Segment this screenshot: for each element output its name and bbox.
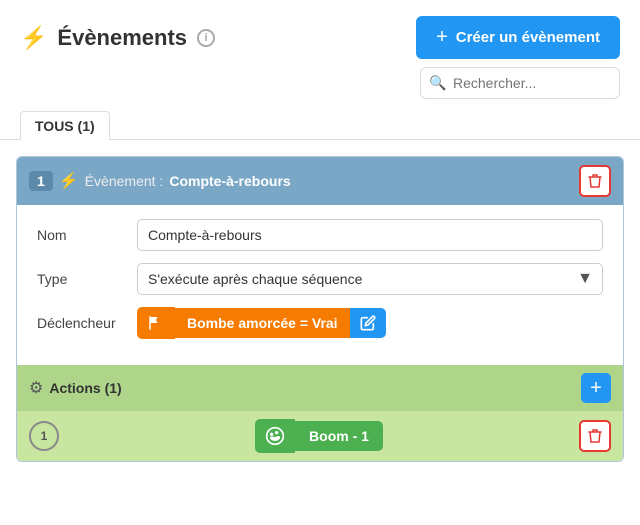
trash-icon (588, 428, 602, 444)
card-header-left: 1 ⚡ Évènement : Compte-à-rebours (29, 171, 291, 191)
card-event-label: Évènement : (85, 173, 164, 189)
search-wrapper: 🔍 (420, 67, 620, 99)
search-area: 🔍 (0, 67, 640, 111)
action-row: 1 Boom - 1 (17, 411, 623, 461)
trigger-text: Bombe amorcée = Vrai (175, 308, 350, 338)
add-action-button[interactable]: + (581, 373, 611, 403)
trigger-edit-button[interactable] (350, 308, 386, 338)
type-select-wrapper: S'exécute après chaque séquence ▼ (137, 263, 603, 295)
search-icon: 🔍 (429, 75, 446, 92)
name-input[interactable] (137, 219, 603, 251)
action-name: Boom - 1 (295, 421, 383, 451)
card-lightning-icon: ⚡ (59, 171, 79, 191)
search-input[interactable] (420, 67, 620, 99)
lightning-icon: ⚡ (20, 25, 47, 51)
create-event-label: Créer un évènement (456, 29, 600, 46)
actions-label: Actions (1) (49, 380, 121, 396)
delete-event-button[interactable] (579, 165, 611, 197)
edit-icon (360, 315, 376, 331)
trigger-row: Déclencheur Bombe amorcée = Vrai (37, 307, 603, 339)
action-palette-icon (255, 419, 295, 453)
gear-icon: ⚙ (29, 378, 43, 398)
card-header: 1 ⚡ Évènement : Compte-à-rebours (17, 157, 623, 205)
card-number: 1 (29, 171, 53, 191)
page: ⚡ Évènements i + Créer un évènement 🔍 TO… (0, 0, 640, 525)
event-card: 1 ⚡ Évènement : Compte-à-rebours Nom Typ… (16, 156, 624, 462)
header: ⚡ Évènements i + Créer un évènement (0, 0, 640, 67)
trigger-label: Déclencheur (37, 315, 137, 331)
trash-icon (588, 173, 602, 189)
action-content: Boom - 1 (255, 419, 383, 453)
create-event-button[interactable]: + Créer un évènement (416, 16, 620, 59)
create-plus-icon: + (436, 26, 448, 49)
type-select[interactable]: S'exécute après chaque séquence (137, 263, 603, 295)
action-number: 1 (41, 429, 48, 443)
name-label: Nom (37, 227, 137, 243)
actions-section: ⚙ Actions (1) + (17, 365, 623, 411)
card-body: Nom Type S'exécute après chaque séquence… (17, 205, 623, 365)
delete-action-button[interactable] (579, 420, 611, 452)
type-label: Type (37, 271, 137, 287)
info-icon[interactable]: i (197, 29, 215, 47)
type-row: Type S'exécute après chaque séquence ▼ (37, 263, 603, 295)
card-event-name: Compte-à-rebours (169, 173, 290, 189)
actions-left: ⚙ Actions (1) (29, 378, 122, 398)
name-row: Nom (37, 219, 603, 251)
trigger-pill: Bombe amorcée = Vrai (137, 307, 386, 339)
header-left: ⚡ Évènements i (20, 25, 215, 51)
tab-tous[interactable]: TOUS (1) (20, 111, 110, 140)
page-title: Évènements (57, 25, 187, 51)
tabs-bar: TOUS (1) (0, 111, 640, 140)
action-number-badge: 1 (29, 421, 59, 451)
trigger-flag-icon (137, 307, 175, 339)
